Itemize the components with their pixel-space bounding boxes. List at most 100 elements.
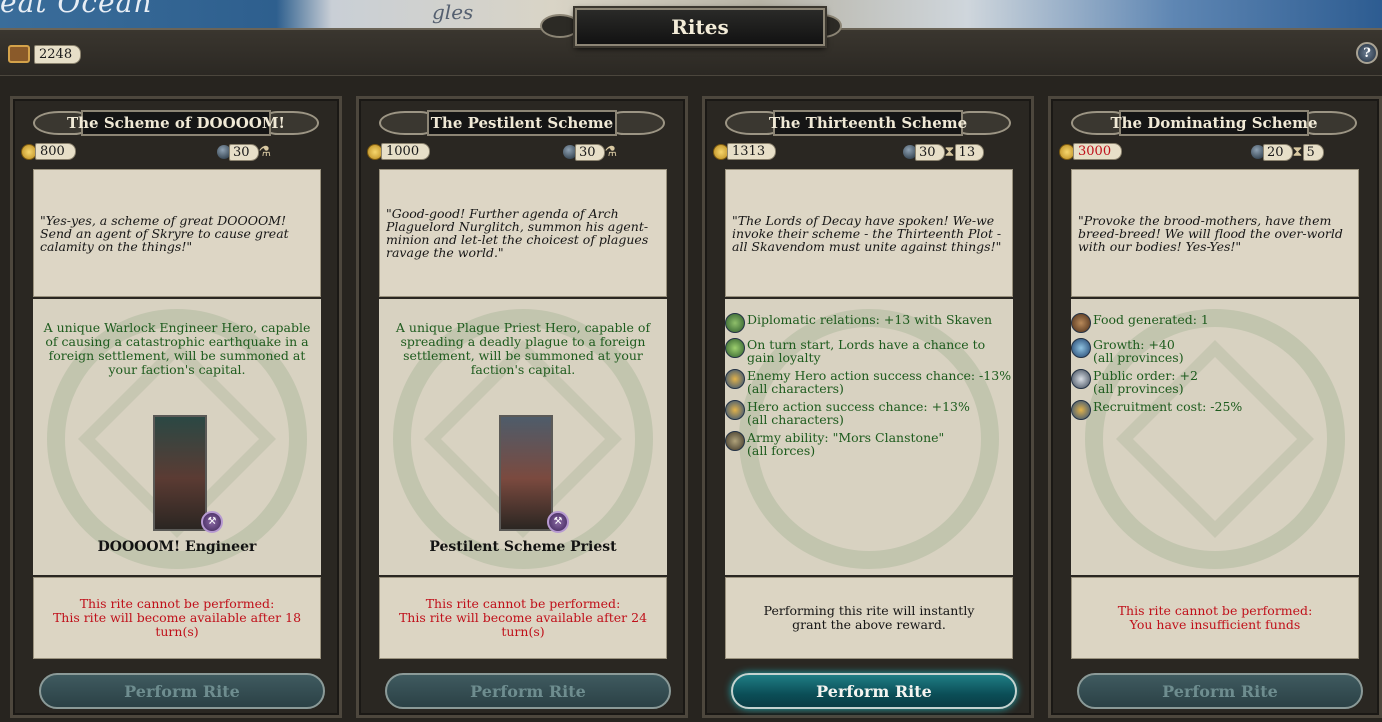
help-button[interactable]: ? [1356,42,1378,64]
effect-subtext: (all forces) [747,443,816,458]
effect-item: Public order: +2 (all provinces) [1071,369,1359,395]
rite-header: The Scheme of DOOOOM! [33,106,319,136]
rite-title: The Pestilent Scheme [427,110,617,136]
resource-cost: 30 ⚗ [217,143,271,161]
effect-item: Army ability: "Mors Clanstone" (all force… [725,431,1013,457]
perform-rite-button[interactable]: Perform Rite [39,673,325,709]
food-icon [1071,313,1091,333]
resource-cost: 30 ⚗ [563,143,617,161]
rite-costs: 1313 30 ⧗ 13 [713,143,1023,161]
effect-item: Hero action success chance: +13% (all cha… [725,400,1013,426]
effect-item: Recruitment cost: -25% [1071,400,1359,420]
resource-cost-value: 30 [575,143,605,161]
perform-rite-button[interactable]: Perform Rite [731,673,1017,709]
window-title: Rites [575,8,825,46]
rite-quote: "Yes-yes, a scheme of great DOOOOM! Send… [33,169,321,297]
rite-quote: "Good-good! Further agenda of Arch Plagu… [379,169,667,297]
hero-action-icon [725,400,745,420]
header-ornament-left [379,111,431,135]
hero-portrait[interactable] [499,415,553,531]
rite-header: The Thirteenth Scheme [725,106,1011,136]
rite-quote: "Provoke the brood-mothers, have them br… [1071,169,1359,297]
hero-portrait[interactable] [153,415,207,531]
treasury-value: 2248 [34,44,82,64]
rite-status: Performing this rite will instantly gran… [725,577,1013,659]
effects-list: Food generated: 1 Growth: +40 (all provin… [1071,313,1359,425]
effect-item: Food generated: 1 [1071,313,1359,333]
rite-gold-cost: 1000 [381,143,431,160]
treasury: 2248 [8,42,82,66]
rite-quote-text: "Good-good! Further agenda of Arch Plagu… [386,206,649,260]
effect-item: Diplomatic relations: +13 with Skaven [725,313,1013,333]
status-line-1: This rite cannot be performed: [1117,603,1313,618]
resource-cost-value: 30 [229,143,259,161]
rite-reward-area: Diplomatic relations: +13 with Skaven On… [725,299,1013,575]
status-line-1: This rite cannot be performed: [79,596,275,611]
hero-type-badge-icon: ⚒ [201,511,223,533]
perform-rite-button[interactable]: Perform Rite [385,673,671,709]
turns-cost-value: 13 [954,143,985,161]
rite-panel-thirteenth: The Thirteenth Scheme 1313 30 ⧗ 13 "The … [702,96,1034,718]
effect-subtext: (all provinces) [1093,350,1184,365]
rite-reward-area: A unique Warlock Engineer Hero, capable … [33,299,321,575]
rite-header: The Dominating Scheme [1071,106,1357,136]
treasury-chest-icon [8,45,30,63]
rite-gold-cost: 3000 [1073,143,1123,160]
army-ability-icon [725,431,745,451]
lord-chance-icon [725,338,745,358]
enemy-hero-icon [725,369,745,389]
growth-icon [1071,338,1091,358]
rite-status: This rite cannot be performed: You have … [1071,577,1359,659]
header-ornament-right [613,111,665,135]
rite-panel-dominating: The Dominating Scheme 3000 20 ⧗ 5 "Provo… [1048,96,1382,718]
effect-text: Diplomatic relations: +13 with Skaven [747,312,993,327]
status-line-1: Performing this rite will instantly gran… [763,603,975,632]
rite-title: The Thirteenth Scheme [769,110,967,136]
public-order-icon [1071,369,1091,389]
status-line-1: This rite cannot be performed: [425,596,621,611]
effect-item: On turn start, Lords have a chance to ga… [725,338,1013,364]
rite-description: A unique Warlock Engineer Hero, capable … [43,320,311,377]
rite-description: A unique Plague Priest Hero, capable of … [395,320,651,377]
rite-gold-cost: 1313 [727,143,777,160]
cooldown-icon: ⚗ [604,144,618,160]
rite-costs: 1000 30 ⚗ [367,143,677,161]
effect-item: Growth: +40 (all provinces) [1071,338,1359,364]
effects-list: Diplomatic relations: +13 with Skaven On… [725,313,1013,462]
rite-status: This rite cannot be performed: This rite… [379,577,667,659]
rite-costs: 3000 20 ⧗ 5 [1059,143,1371,161]
rite-header: The Pestilent Scheme [379,106,665,136]
resource-cost: 20 ⧗ 5 [1251,143,1324,161]
rite-reward-area: Food generated: 1 Growth: +40 (all provin… [1071,299,1359,575]
diplomacy-icon [725,313,745,333]
hero-name: DOOOOM! Engineer [97,539,257,555]
effect-item: Enemy Hero action success chance: -13% (a… [725,369,1013,395]
map-label-2: gles [432,0,474,24]
perform-rite-button[interactable]: Perform Rite [1077,673,1363,709]
rite-panel-doom: The Scheme of DOOOOM! 800 30 ⚗ "Yes-yes,… [10,96,342,718]
rite-gold-cost: 800 [35,143,76,160]
status-line-2: You have insufficient funds [1129,617,1301,632]
rite-title: The Dominating Scheme [1110,110,1318,136]
resource-cost-value: 30 [915,143,945,161]
cooldown-icon: ⚗ [258,144,272,160]
rite-quote: "The Lords of Decay have spoken! We-we i… [725,169,1013,297]
title-ornament-left [540,14,580,38]
rite-quote-text: "Provoke the brood-mothers, have them br… [1078,212,1343,254]
hero-name: Pestilent Scheme Priest [429,539,617,555]
effect-text: Food generated: 1 [1093,312,1209,327]
rite-title: The Scheme of DOOOOM! [67,110,285,136]
rite-quote-text: "The Lords of Decay have spoken! We-we i… [732,212,1002,254]
resource-cost-value: 20 [1263,143,1293,161]
rite-status: This rite cannot be performed: This rite… [33,577,321,659]
rite-costs: 800 30 ⚗ [21,143,331,161]
effect-subtext: (all characters) [747,381,844,396]
effect-subtext: (all characters) [747,412,844,427]
map-label: eat Ocean [0,0,153,19]
rite-reward-area: A unique Plague Priest Hero, capable of … [379,299,667,575]
resource-cost: 30 ⧗ 13 [903,143,985,161]
rite-quote-text: "Yes-yes, a scheme of great DOOOOM! Send… [40,212,289,254]
effect-subtext: (all provinces) [1093,381,1184,396]
recruitment-cost-icon [1071,400,1091,420]
status-line-2: This rite will become available after 24… [398,610,648,639]
